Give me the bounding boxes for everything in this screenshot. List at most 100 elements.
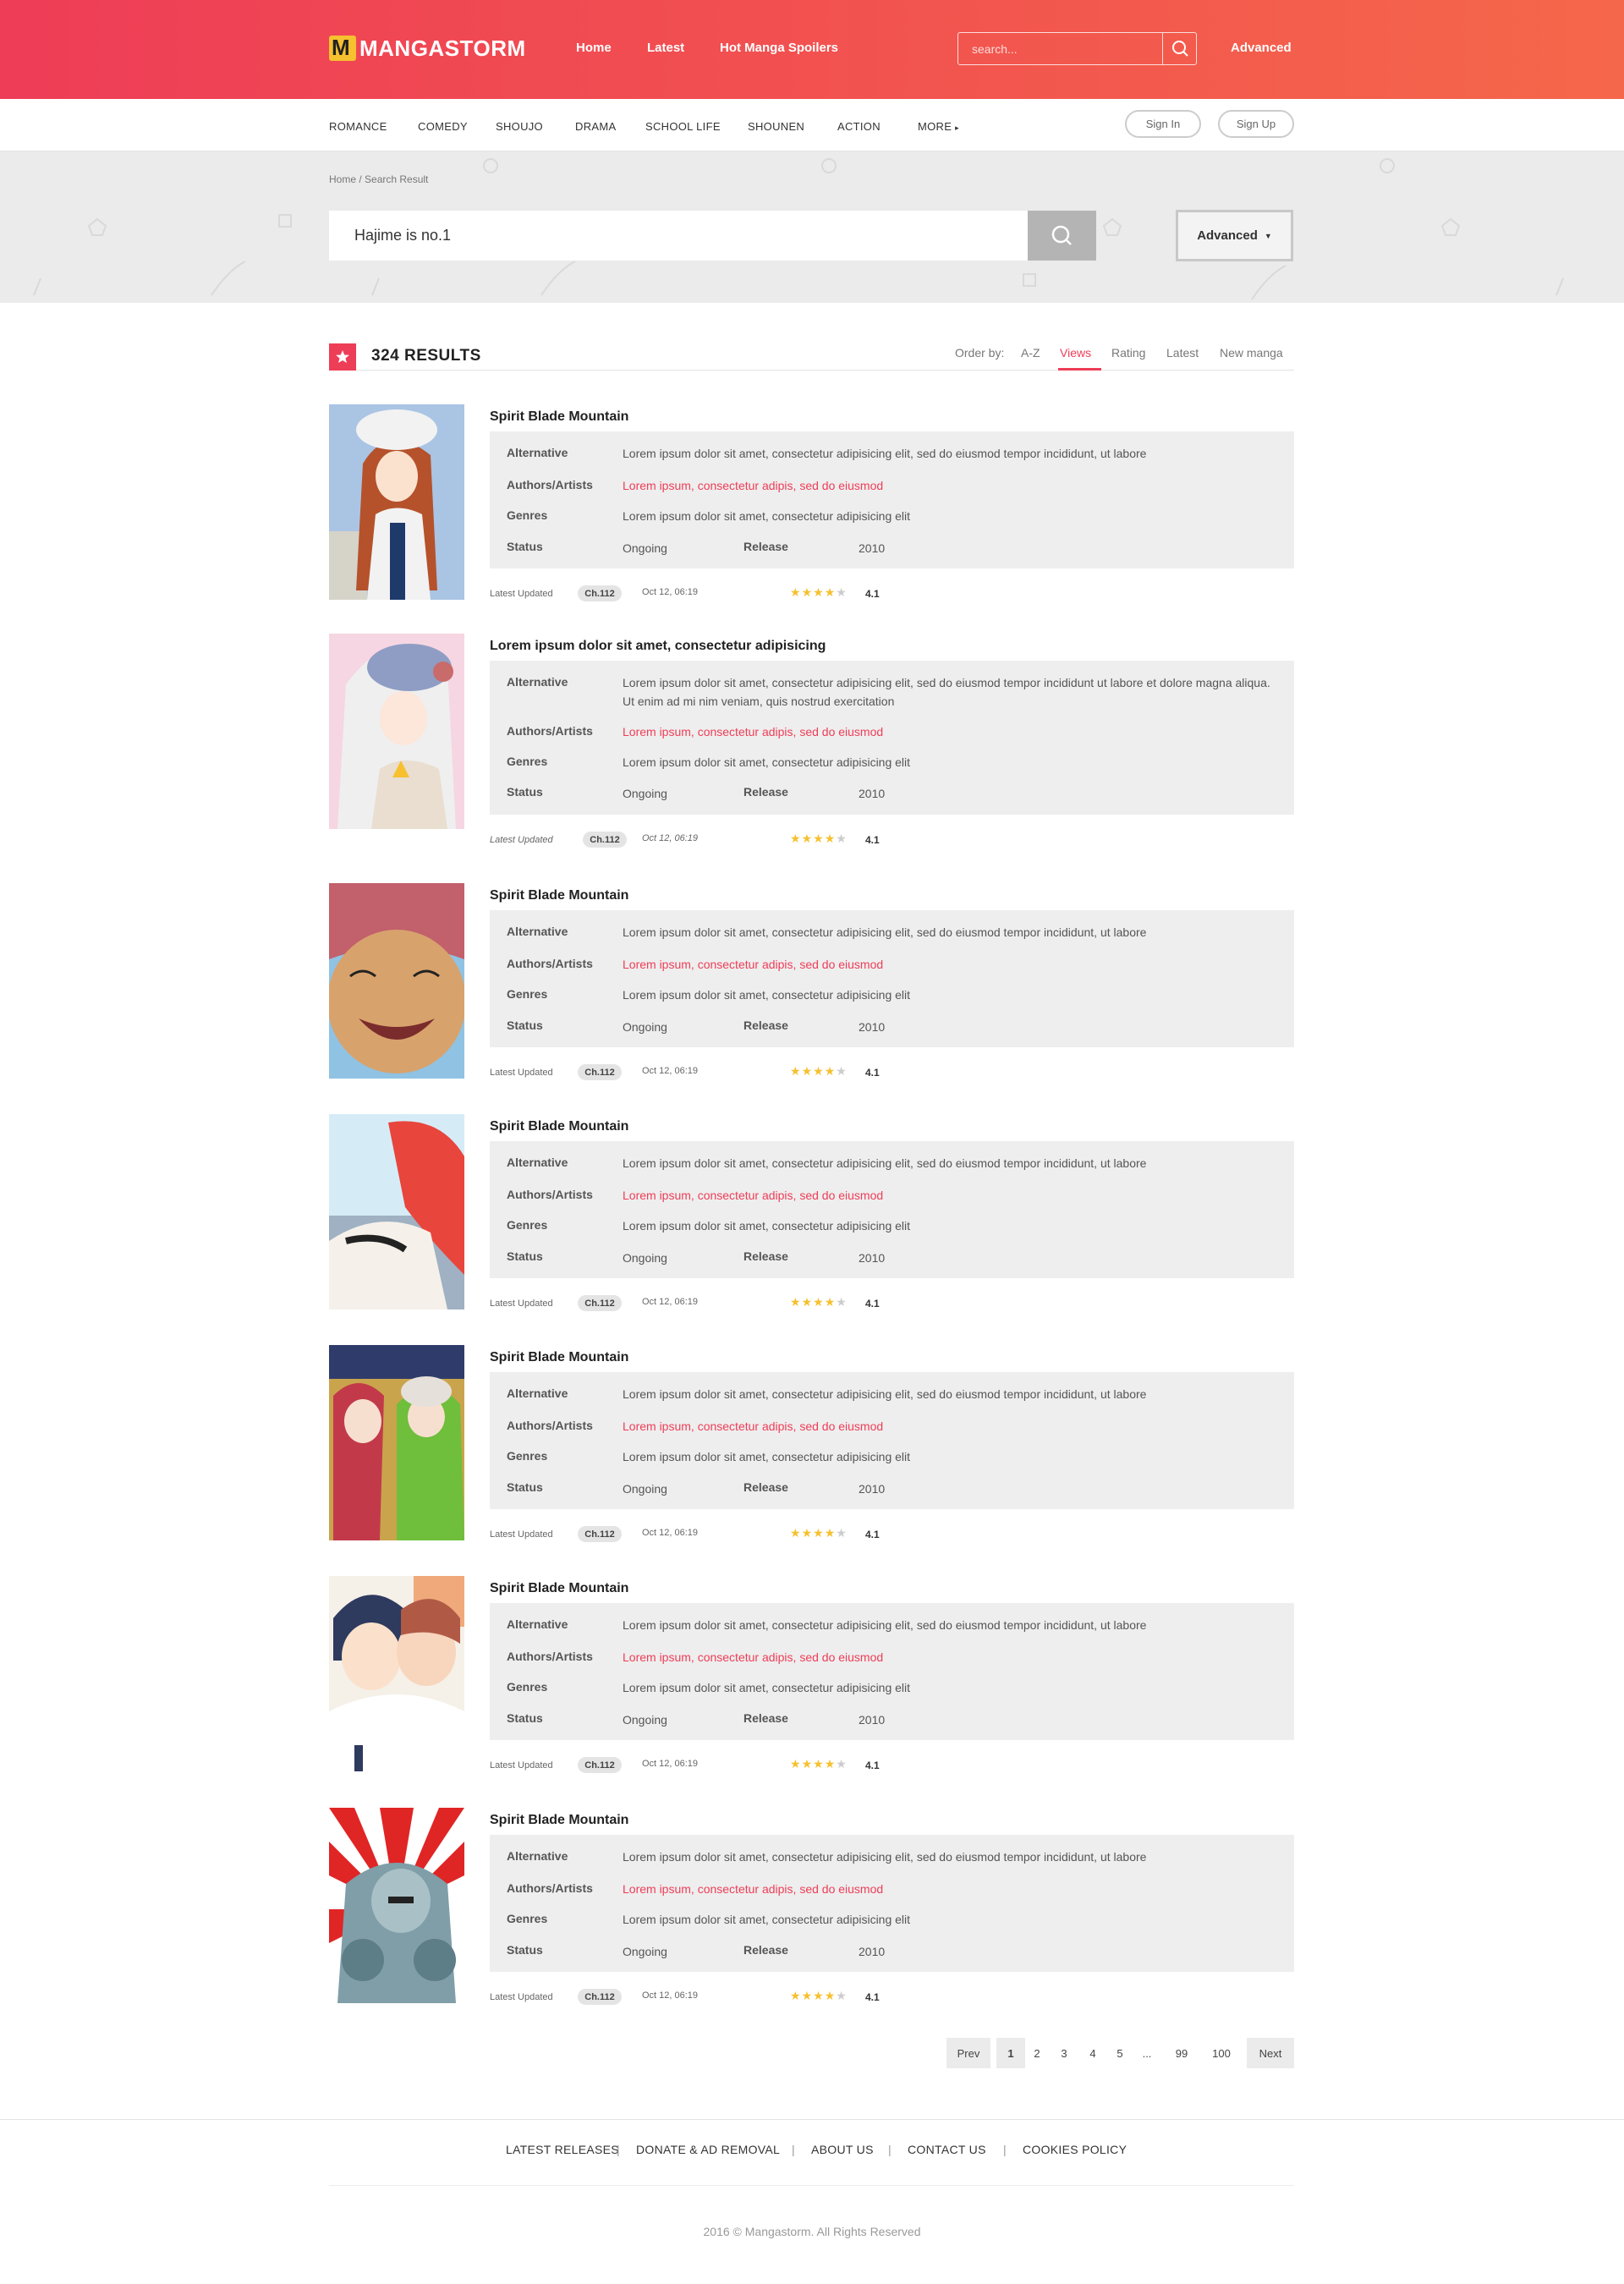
manga-cover[interactable] (329, 634, 464, 829)
status-label: Status (507, 1018, 543, 1032)
manga-cover[interactable] (329, 1345, 464, 1540)
pagination-page-5[interactable]: 5 (1108, 2038, 1132, 2068)
manga-cover[interactable] (329, 1114, 464, 1309)
pagination-next[interactable]: Next (1247, 2038, 1294, 2068)
category-shoujo[interactable]: SHOUJO (496, 120, 543, 133)
pagination-page-4[interactable]: 4 (1081, 2038, 1105, 2068)
authors-value[interactable]: Lorem ipsum, consectetur adipis, sed do … (623, 1186, 1282, 1205)
star-empty-icon: ★ (836, 1989, 848, 2002)
manga-title[interactable]: Spirit Blade Mountain (490, 1581, 628, 1596)
sign-in-button[interactable]: Sign In (1125, 110, 1201, 138)
footer-link-cookies-policy[interactable]: COOKIES POLICY (1023, 2143, 1127, 2156)
main-search-button[interactable] (1028, 211, 1096, 261)
footer-link-donate[interactable]: DONATE & AD REMOVAL (636, 2143, 780, 2156)
manga-cover[interactable] (329, 883, 464, 1079)
authors-label: Authors/Artists (507, 1419, 593, 1432)
manga-info-panel: Alternative Lorem ipsum dolor sit amet, … (490, 1141, 1294, 1278)
status-value: Ongoing (623, 541, 667, 555)
chapter-tag[interactable]: Ch.112 (578, 1295, 622, 1311)
release-label: Release (743, 785, 788, 799)
rating-value: 4.1 (865, 834, 880, 846)
nav-latest[interactable]: Latest (647, 41, 684, 55)
category-shounen[interactable]: SHOUNEN (748, 120, 804, 133)
logo-icon (329, 35, 356, 61)
genres-label: Genres (507, 1912, 548, 1925)
alternative-label: Alternative (507, 1617, 568, 1631)
order-latest[interactable]: Latest (1166, 346, 1199, 360)
rating-stars: ★★★★★ (790, 1757, 848, 1771)
category-school-life[interactable]: SCHOOL LIFE (645, 120, 721, 133)
advanced-search-button[interactable]: Advanced ▼ (1176, 210, 1293, 261)
chapter-tag[interactable]: Ch.112 (578, 585, 622, 601)
category-drama[interactable]: DRAMA (575, 120, 616, 133)
update-date: Oct 12, 06:19 (642, 1990, 699, 2001)
chapter-tag[interactable]: Ch.112 (578, 1064, 622, 1080)
order-views[interactable]: Views (1060, 346, 1091, 360)
rating-stars: ★★★★★ (790, 1295, 848, 1309)
star-icon: ★ (813, 832, 825, 845)
pagination-prev[interactable]: Prev (946, 2038, 990, 2068)
header-search-button[interactable] (1162, 33, 1196, 64)
star-empty-icon: ★ (836, 1295, 848, 1309)
manga-info-panel: Alternative Lorem ipsum dolor sit amet, … (490, 910, 1294, 1047)
manga-title[interactable]: Spirit Blade Mountain (490, 888, 628, 903)
authors-value[interactable]: Lorem ipsum, consectetur adipis, sed do … (623, 955, 1282, 974)
authors-value[interactable]: Lorem ipsum, consectetur adipis, sed do … (623, 1880, 1282, 1898)
top-header: MANGASTORM Home Latest Hot Manga Spoiler… (0, 0, 1624, 99)
status-value: Ongoing (623, 1020, 667, 1034)
authors-label: Authors/Artists (507, 724, 593, 738)
main-search-input[interactable] (329, 211, 1028, 261)
pagination-page-1[interactable]: 1 (996, 2038, 1025, 2068)
alternative-value: Lorem ipsum dolor sit amet, consectetur … (623, 1387, 1147, 1401)
chapter-tag[interactable]: Ch.112 (578, 1989, 622, 2005)
authors-value[interactable]: Lorem ipsum, consectetur adipis, sed do … (623, 722, 1282, 741)
manga-cover[interactable] (329, 1576, 464, 1771)
manga-title[interactable]: Spirit Blade Mountain (490, 1350, 628, 1365)
manga-cover[interactable] (329, 1808, 464, 2003)
order-az[interactable]: A-Z (1021, 346, 1040, 360)
release-value: 2010 (859, 787, 886, 800)
logo[interactable]: MANGASTORM (329, 34, 526, 63)
footer-link-latest-releases[interactable]: LATEST RELEASES (506, 2143, 619, 2156)
footer-link-contact-us[interactable]: CONTACT US (908, 2143, 986, 2156)
footer-link-about-us[interactable]: ABOUT US (811, 2143, 874, 2156)
category-more[interactable]: MORE ▸ (918, 120, 959, 133)
chapter-tag[interactable]: Ch.112 (578, 1526, 622, 1542)
star-empty-icon: ★ (836, 832, 848, 845)
pagination-page-99[interactable]: 99 (1167, 2038, 1196, 2068)
order-new-manga[interactable]: New manga (1220, 346, 1283, 360)
genres-value: Lorem ipsum dolor sit amet, consectetur … (623, 509, 911, 523)
category-action[interactable]: ACTION (837, 120, 881, 133)
star-icon: ★ (824, 1295, 837, 1309)
manga-title[interactable]: Spirit Blade Mountain (490, 1119, 628, 1134)
star-icon: ★ (801, 1526, 814, 1540)
footer-divider (329, 2185, 1294, 2186)
manga-cover[interactable] (329, 404, 464, 600)
alternative-value: Lorem ipsum dolor sit amet, consectetur … (623, 1618, 1147, 1632)
search-icon (1172, 41, 1188, 57)
pagination-page-3[interactable]: 3 (1052, 2038, 1076, 2068)
authors-value[interactable]: Lorem ipsum, consectetur adipis, sed do … (623, 1648, 1282, 1666)
authors-value[interactable]: Lorem ipsum, consectetur adipis, sed do … (623, 1417, 1282, 1436)
nav-home[interactable]: Home (576, 41, 612, 55)
star-empty-icon: ★ (836, 585, 848, 599)
star-icon: ★ (801, 1064, 814, 1078)
pagination-page-2[interactable]: 2 (1025, 2038, 1049, 2068)
pagination-page-100[interactable]: 100 (1204, 2038, 1238, 2068)
star-icon: ★ (790, 1064, 802, 1078)
alternative-value: Lorem ipsum dolor sit amet, consectetur … (623, 447, 1147, 460)
category-comedy[interactable]: COMEDY (418, 120, 468, 133)
manga-title[interactable]: Spirit Blade Mountain (490, 409, 628, 425)
order-rating[interactable]: Rating (1111, 346, 1145, 360)
manga-title[interactable]: Spirit Blade Mountain (490, 1813, 628, 1828)
sign-up-button[interactable]: Sign Up (1218, 110, 1294, 138)
authors-value[interactable]: Lorem ipsum, consectetur adipis, sed do … (623, 476, 1282, 495)
chapter-tag[interactable]: Ch.112 (578, 1757, 622, 1773)
nav-hot-manga-spoilers[interactable]: Hot Manga Spoilers (720, 41, 838, 55)
header-search-input[interactable] (958, 33, 1161, 64)
nav-advanced[interactable]: Advanced (1231, 41, 1292, 55)
chapter-tag[interactable]: Ch.112 (583, 832, 627, 848)
manga-info-panel: Alternative Lorem ipsum dolor sit amet, … (490, 1603, 1294, 1740)
category-romance[interactable]: ROMANCE (329, 120, 387, 133)
manga-title[interactable]: Lorem ipsum dolor sit amet, consectetur … (490, 639, 826, 654)
